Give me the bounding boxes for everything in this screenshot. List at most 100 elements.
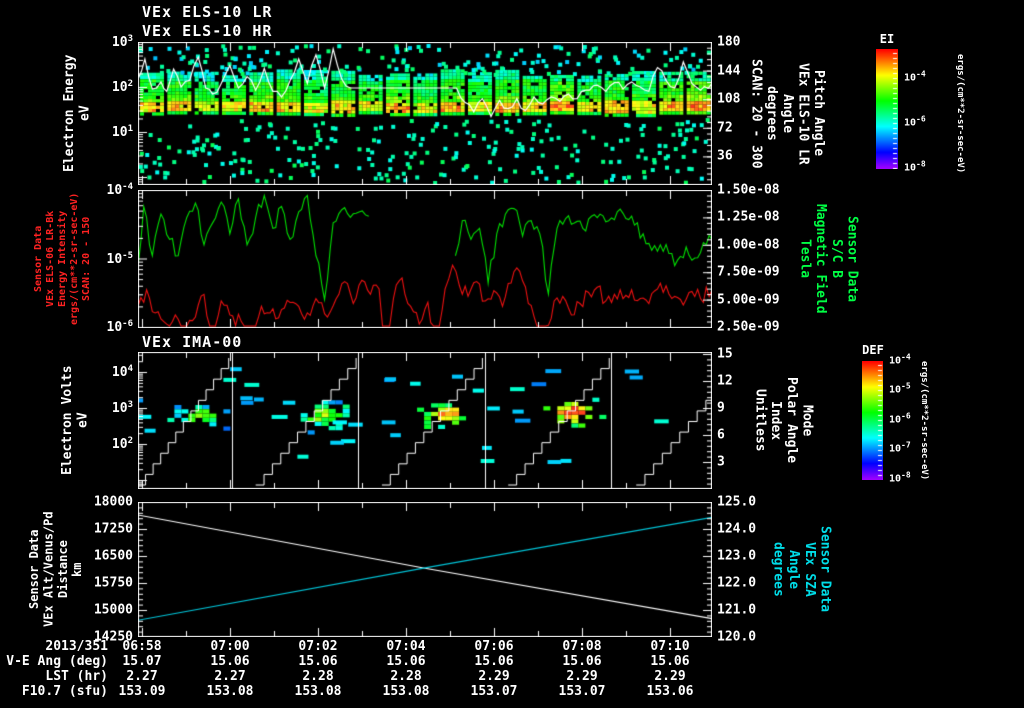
tick-label: 120.0 [717, 629, 757, 645]
footer-row-value: 2.27 [214, 669, 246, 684]
tick-label: 9 [717, 400, 725, 416]
panel1-left-axis-label: Electron Energy eV [62, 42, 93, 185]
tick-label: 18000 [93, 494, 133, 510]
axis-label-line: Mode [799, 404, 815, 437]
time-tick-label: 07:02 [298, 639, 338, 654]
tick-label: 124.0 [717, 521, 757, 537]
tick-label: 14250 [93, 629, 133, 645]
time-tick-label: 07:00 [210, 639, 250, 654]
tick-label: 10-6 [106, 318, 134, 336]
tick-label: 6 [717, 427, 725, 443]
panel3-right-axis-label: Mode Polar Angle Index Unitless [752, 352, 815, 489]
intensity-bfield-plot-canvas [138, 190, 712, 328]
tick-label: 1.25e-08 [717, 209, 780, 225]
time-tick-label: 07:04 [386, 639, 426, 654]
colorbar1-units: ergs/(cm**2-sr-sec-eV) [954, 42, 965, 185]
panel3-title: VEx IMA-00 [142, 333, 243, 351]
ima-spectrogram-canvas [138, 352, 712, 489]
axis-label-line: eV [77, 105, 93, 122]
footer-row-value: 15.06 [650, 654, 690, 669]
time-tick-label: 07:06 [474, 639, 514, 654]
tick-label: 10-5 [106, 250, 134, 267]
footer-row-value: 15.07 [122, 654, 162, 669]
axis-label-line: Unitless [752, 389, 768, 452]
tick-label: 122.0 [717, 575, 757, 591]
footer-row-value: 15.06 [562, 654, 602, 669]
tick-label: 125.0 [717, 494, 757, 510]
colorbar1-title: EI [879, 32, 895, 46]
footer-row-value: 15.06 [298, 654, 338, 669]
tick-label: 101 [111, 123, 133, 141]
tick-label: 103 [111, 399, 133, 417]
tick-label: 10-8 [904, 159, 926, 174]
axis-label-line: Sensor Data [844, 215, 860, 303]
footer-row-value: 153.08 [294, 684, 342, 699]
time-tick-label: 07:10 [650, 639, 690, 654]
tick-label: 72 [717, 120, 733, 136]
axis-label-line: Magnetic Field [813, 204, 829, 314]
tick-label: 2.50e-09 [717, 319, 780, 335]
cdaweb-plot-window: VEx ELS-10 LR VEx ELS-10 HR VEx IMA-00 E… [0, 0, 1024, 708]
tick-label: 10-8 [889, 469, 911, 485]
units-line: ergs/(cm**2-sr-sec-eV) [954, 53, 965, 174]
panel4-right-axis-label: Sensor Data VEx SZA Angle degrees [770, 502, 833, 637]
footer-row-value: 153.08 [206, 684, 254, 699]
footer-row-value: 153.07 [558, 684, 606, 699]
axis-label-line: Angle [779, 93, 795, 134]
tick-label: 103 [111, 33, 133, 51]
tick-label: 15 [717, 346, 733, 362]
tick-label: 3 [717, 454, 725, 470]
axis-label-line: Polar Angle [783, 377, 799, 464]
tick-label: 10-5 [889, 381, 911, 397]
axis-label-line: Index [768, 400, 784, 441]
axis-label-line: S/C B [828, 239, 844, 279]
axis-label-line: SCAN: 20 - 300 [748, 58, 764, 169]
footer-row-label: LST (hr) [45, 669, 108, 684]
footer-row-value: 2.29 [566, 669, 598, 684]
tick-label: 5.00e-09 [717, 292, 780, 308]
tick-label: 121.0 [717, 602, 757, 618]
tick-label: 102 [111, 78, 133, 96]
axis-label-line: degrees [770, 542, 786, 597]
colorbar3-title: DEF [862, 343, 884, 357]
tick-label: 16500 [93, 548, 133, 564]
axis-label-line: degrees [764, 86, 780, 141]
time-tick-label: 07:08 [562, 639, 602, 654]
altitude-sza-plot-canvas [138, 502, 712, 637]
footer-row-value: 2.28 [390, 669, 422, 684]
footer-row-value: 153.07 [470, 684, 518, 699]
axis-label-line: Angle [786, 549, 802, 590]
footer-row-value: 153.09 [118, 684, 166, 699]
tick-label: 15750 [93, 575, 133, 591]
tick-label: 12 [717, 373, 733, 389]
tick-label: 10-6 [889, 411, 911, 426]
footer-row-value: 15.06 [474, 654, 514, 669]
tick-label: 123.0 [717, 548, 757, 564]
footer-row-value: 153.06 [646, 684, 694, 699]
tick-label: 10-4 [106, 181, 134, 199]
axis-label-line: Electron Energy [62, 54, 77, 173]
tick-label: 1.00e-08 [717, 237, 780, 253]
axis-label-line: VEx SZA [801, 542, 817, 597]
panel2-right-axis-label: Sensor Data S/C B Magnetic Field Tesla [797, 190, 860, 328]
panel1-right-axis-label: Pitch Angle VEx ELS-10 LR Angle degrees SCAN… [748, 42, 826, 185]
panel1-title-lr: VEx ELS-10 LR [142, 3, 273, 21]
tick-label: 10-4 [904, 69, 926, 84]
colorbar1-gradient [876, 49, 898, 169]
tick-label: 10-7 [889, 440, 911, 455]
footer-row-value: 2.29 [654, 669, 686, 684]
footer-row-value: 2.28 [302, 669, 334, 684]
tick-label: 7.50e-09 [717, 264, 780, 280]
axis-label-line: Pitch Angle [810, 70, 826, 157]
units-line: ergs/(cm**2-sr-sec-eV) [918, 360, 929, 481]
footer-row-value: 153.08 [382, 684, 430, 699]
colorbar3-units: ergs/(cm**2-sr-sec-eV) [918, 352, 929, 489]
axis-label-line: VEx ELS-10 LR [795, 62, 811, 165]
footer-row-value: 15.06 [210, 654, 250, 669]
tick-label: 36 [717, 148, 733, 164]
axis-label-line: Tesla [797, 239, 813, 279]
footer-row-label: V-E Ang (deg) [6, 654, 108, 669]
tick-label: 10-4 [889, 352, 911, 367]
tick-label: 108 [717, 91, 741, 107]
footer-row-label: F10.7 (sfu) [21, 684, 108, 699]
